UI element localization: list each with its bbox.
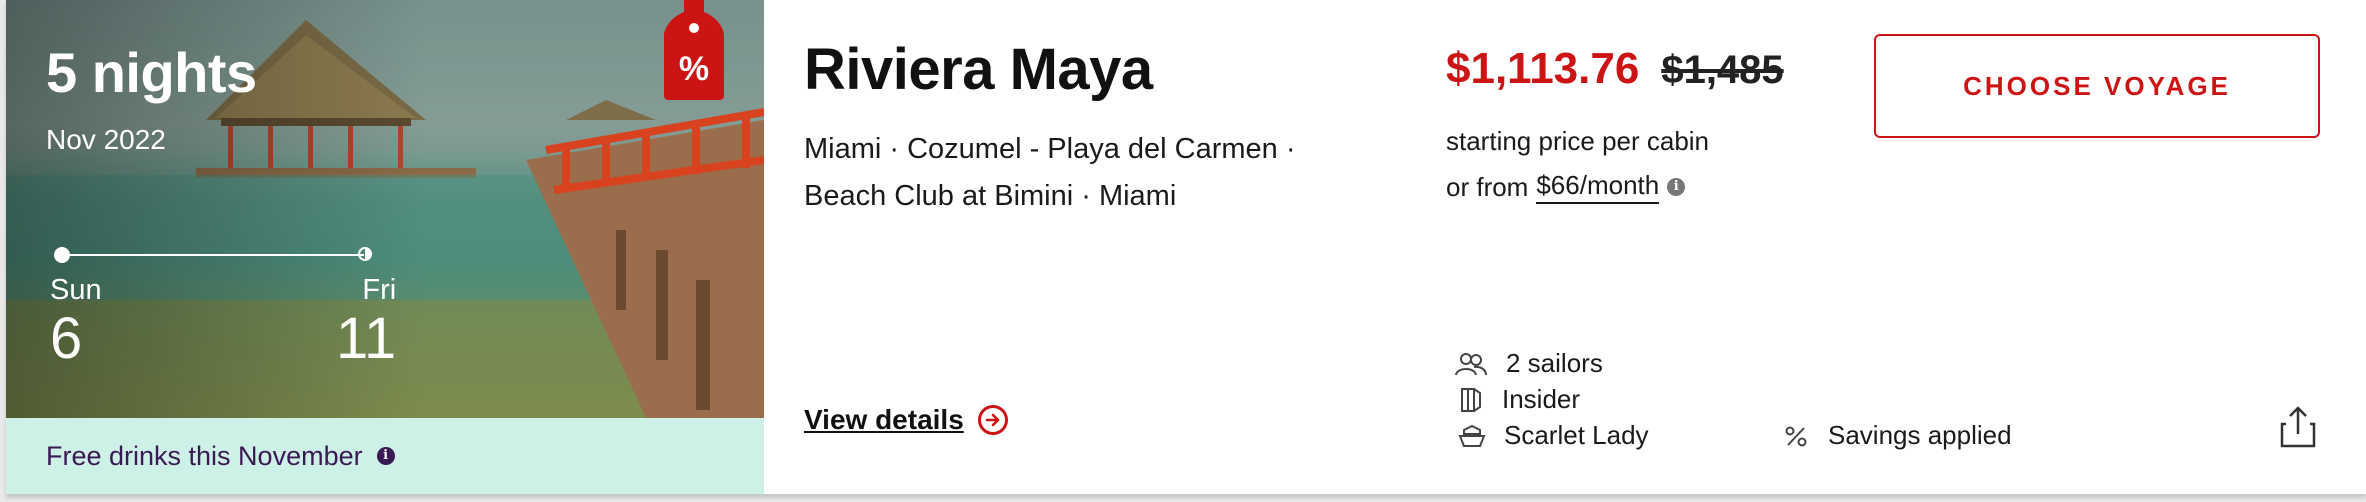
timeline-start-dot: [54, 247, 70, 263]
nights-count: 5 nights: [46, 41, 257, 104]
monthly-price-row: or from $66/month i: [1446, 170, 1686, 204]
percent-icon: [1785, 426, 1807, 446]
start-day-number: 6: [50, 306, 83, 371]
view-details-label: View details: [804, 404, 964, 435]
voyage-route: Miami · Cozumel - Playa del Carmen · Bea…: [804, 133, 1296, 212]
info-icon[interactable]: i: [1667, 178, 1686, 196]
promo-banner: Free drinks this November i: [6, 418, 764, 494]
end-date: Fri 11: [336, 274, 396, 372]
ship-icon: [1458, 424, 1486, 447]
sailors-row: 2 sailors: [1454, 348, 1603, 379]
end-day-number: 11: [336, 306, 397, 371]
view-details-link[interactable]: View details: [804, 404, 1008, 436]
voyage-card: 5 nights Nov 2022 Sun 6 Fri 11 % Free dr…: [6, 0, 2366, 494]
voyage-image-panel: 5 nights Nov 2022 Sun 6 Fri 11 % Free dr…: [6, 0, 764, 494]
cabin-icon: [1461, 387, 1481, 412]
savings-label: Savings applied: [1828, 420, 2012, 450]
original-price: $1,485: [1661, 48, 1784, 92]
start-day-name: Sun: [50, 274, 102, 306]
price-note: starting price per cabin: [1446, 126, 1710, 156]
savings-row: Savings applied: [1782, 420, 2012, 451]
cabin-type: Insider: [1502, 384, 1581, 414]
end-day-name: Fri: [362, 274, 397, 306]
timeline-end-dot: [358, 247, 372, 261]
timeline-line: [62, 254, 364, 256]
cabin-row: Insider: [1458, 384, 1580, 415]
price-row: $1,113.76 $1,485: [1446, 44, 1784, 94]
choose-voyage-button[interactable]: CHOOSE VOYAGE: [1874, 34, 2320, 138]
ship-name: Scarlet Lady: [1504, 420, 1649, 450]
sale-badge-symbol: %: [679, 50, 709, 88]
voyage-title: Riviera Maya: [804, 37, 1153, 102]
start-date: Sun 6: [50, 274, 102, 372]
sale-price: $1,113.76: [1446, 44, 1640, 93]
share-icon[interactable]: [2278, 406, 2318, 448]
date-timeline: [54, 246, 372, 264]
arrow-right-circle-icon: [977, 405, 1008, 435]
sale-tag-icon: %: [664, 0, 724, 100]
sailors-count: 2 sailors: [1506, 348, 1603, 378]
monthly-price-link[interactable]: $66/month: [1536, 170, 1660, 204]
sailors-icon: [1455, 352, 1487, 375]
info-icon[interactable]: i: [376, 447, 395, 465]
ship-row: Scarlet Lady: [1458, 420, 1649, 451]
promo-text: Free drinks this November: [46, 440, 363, 471]
monthly-prefix: or from: [1446, 171, 1529, 202]
sail-month: Nov 2022: [46, 124, 166, 155]
